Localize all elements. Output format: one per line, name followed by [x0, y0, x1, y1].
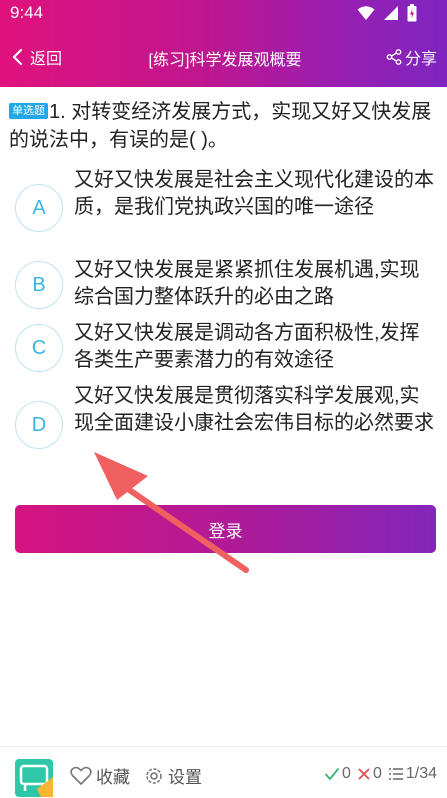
option-text: 又好又快发展是贯彻落实科学发展观,实现全面建设小康社会宏伟目标的必然要求 — [74, 385, 434, 434]
option-letter-circle: C — [15, 324, 63, 372]
settings-label: 设置 — [168, 768, 202, 787]
share-label: 分享 — [404, 51, 437, 68]
option-letter-circle: B — [15, 261, 63, 309]
wifi-icon — [357, 6, 375, 20]
gear-icon — [146, 767, 162, 784]
app-logo — [15, 759, 53, 797]
heart-icon — [70, 766, 92, 785]
option-c[interactable]: C 又好又快发展是调动各方面积极性,发挥各类生产要素潜力的有效途径 — [15, 320, 435, 376]
option-a[interactable]: A 又好又快发展是社会主义现代化建设的本质，是我们党执政兴国的唯一途径 — [15, 167, 435, 247]
nav-row: 返回 [练习]科学发展观概要 分享 — [0, 40, 447, 74]
answer-stats: 0 0 1/34 — [324, 765, 437, 783]
option-letter-circle: A — [15, 184, 63, 232]
share-button[interactable]: 分享 — [386, 44, 437, 70]
correct-count: 0 — [324, 765, 351, 783]
list-icon — [388, 768, 403, 780]
check-icon — [324, 767, 340, 781]
question-type-badge: 单选题 — [9, 103, 48, 119]
status-bar: 9:44 — [0, 0, 447, 26]
bottom-bar: 收藏 设置 0 0 1/34 — [0, 746, 447, 798]
question-stem: 1. 对转变经济发展方式，实现又好又快发展的说法中，有误的是( )。 — [9, 101, 432, 151]
option-letter-circle: D — [15, 401, 63, 449]
status-icons — [357, 4, 417, 22]
cross-icon — [358, 768, 370, 780]
question-text: 单选题 1. 对转变经济发展方式，实现又好又快发展的说法中，有误的是( )。 — [9, 98, 439, 154]
top-bar: 9:44 返回 [练习]科学发展观概要 分享 — [0, 0, 447, 87]
option-text: 又好又快发展是调动各方面积极性,发挥各类生产要素潜力的有效途径 — [74, 322, 420, 371]
battery-icon — [407, 4, 417, 22]
option-b[interactable]: B 又好又快发展是紧紧抓住发展机遇,实现综合国力整体跃升的必由之路 — [15, 257, 435, 313]
option-text: 又好又快发展是紧紧抓住发展机遇,实现综合国力整体跃升的必由之路 — [74, 259, 420, 308]
login-button[interactable]: 登录 — [15, 505, 436, 553]
wrong-count: 0 — [357, 765, 382, 783]
signal-icon — [384, 6, 398, 20]
option-text: 又好又快发展是社会主义现代化建设的本质，是我们党执政兴国的唯一途径 — [74, 169, 434, 218]
favorite-button[interactable]: 收藏 — [70, 763, 130, 788]
back-button[interactable]: 返回 — [10, 44, 62, 70]
option-d[interactable]: D 又好又快发展是贯彻落实科学发展观,实现全面建设小康社会宏伟目标的必然要求 — [15, 383, 435, 465]
status-time: 9:44 — [10, 3, 44, 22]
settings-button[interactable]: 设置 — [144, 763, 202, 788]
back-label: 返回 — [30, 51, 63, 68]
share-icon — [386, 49, 402, 65]
favorite-label: 收藏 — [96, 768, 130, 787]
progress-indicator[interactable]: 1/34 — [388, 765, 437, 783]
page-title: [练习]科学发展观概要 — [148, 52, 302, 69]
chevron-left-icon — [12, 48, 23, 66]
